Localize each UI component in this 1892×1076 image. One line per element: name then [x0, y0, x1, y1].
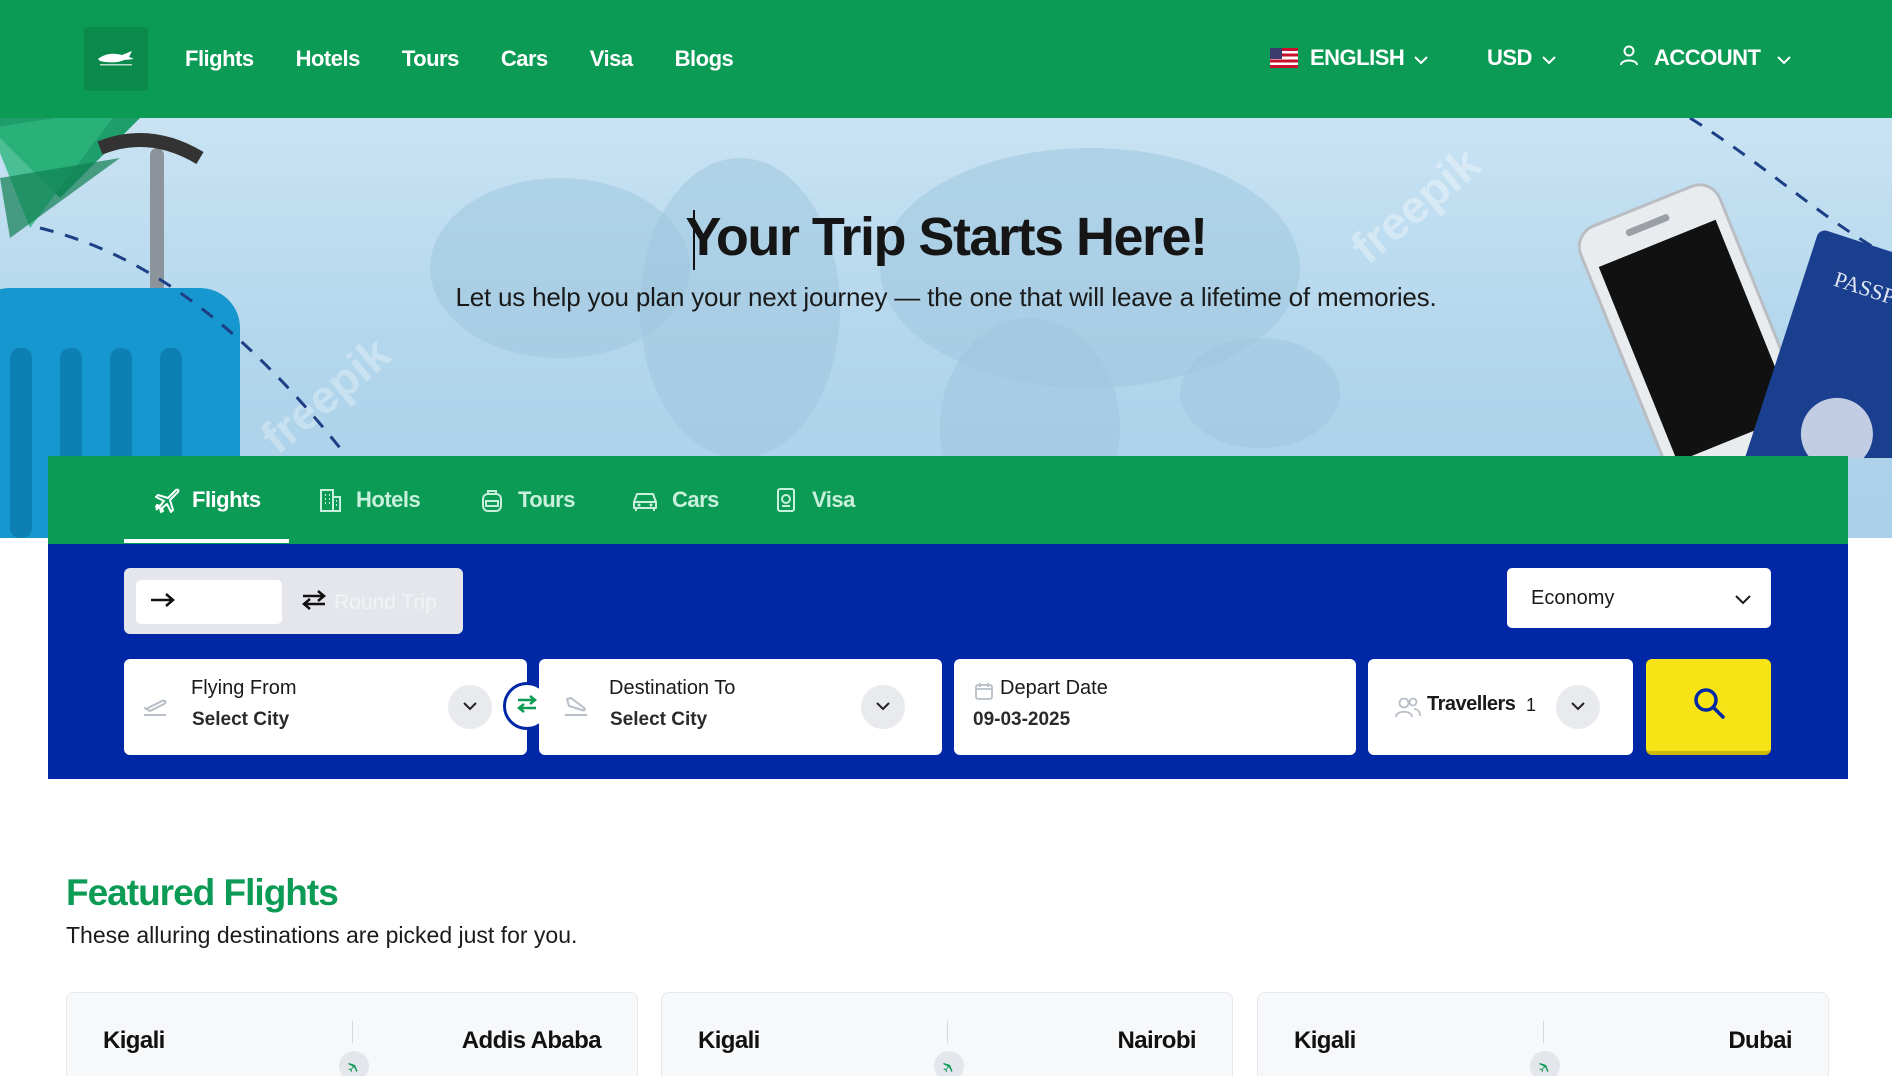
tab-label: Cars: [672, 487, 719, 512]
account-label: ACCOUNT: [1654, 45, 1761, 70]
tab-label: Tours: [518, 487, 575, 512]
calendar-icon: [974, 681, 994, 706]
language-label: ENGLISH: [1310, 45, 1405, 70]
destination-label: Destination To: [609, 677, 736, 699]
currency-label: USD: [1487, 45, 1532, 70]
flag-us-icon: [1270, 48, 1298, 68]
flying-from-field[interactable]: Flying From Select City: [124, 659, 527, 755]
main-nav: Flights Hotels Tours Cars Visa Blogs: [185, 46, 775, 72]
travellers-field[interactable]: Travellers 1: [1368, 659, 1633, 755]
nav-tours[interactable]: Tours: [402, 46, 459, 72]
one-way-option[interactable]: [136, 580, 282, 624]
search-tabs: Flights Hotels Tours Cars Visa: [48, 456, 1848, 544]
flying-from-value: Select City: [192, 709, 290, 730]
flight-card[interactable]: Kigali Dubai: [1257, 992, 1829, 1076]
nav-hotels[interactable]: Hotels: [296, 46, 361, 72]
chevron-down-icon: [1571, 698, 1585, 716]
card-divider: [947, 1021, 948, 1043]
logo[interactable]: [84, 27, 148, 91]
building-icon: [316, 486, 344, 514]
backpack-icon: [478, 486, 506, 514]
travellers-label: Travellers: [1427, 693, 1516, 715]
round-trip-option[interactable]: Round Trip: [300, 588, 437, 618]
tab-label: Hotels: [356, 487, 421, 512]
chevron-down-icon: [463, 698, 477, 716]
card-from-city: Kigali: [698, 1027, 760, 1054]
swap-icon: [515, 693, 539, 720]
destination-field[interactable]: Destination To Select City: [539, 659, 942, 755]
tab-label: Flights: [192, 487, 261, 512]
search-icon: [1692, 686, 1726, 725]
card-to-city: Dubai: [1728, 1027, 1792, 1054]
top-navbar: Flights Hotels Tours Cars Visa Blogs ENG…: [0, 0, 1892, 118]
travellers-count: 1: [1526, 695, 1537, 715]
plane-icon: [1530, 1051, 1560, 1076]
depart-date-label: Depart Date: [1000, 677, 1108, 699]
chevron-down-icon: [1542, 45, 1556, 71]
tab-flights[interactable]: Flights: [152, 456, 261, 544]
hero-title: Your Trip Starts Here!: [685, 207, 1208, 267]
featured-title: Featured Flights: [66, 872, 339, 913]
users-icon: [1394, 695, 1422, 724]
nav-visa[interactable]: Visa: [590, 46, 633, 72]
chevron-down-icon: [1735, 588, 1751, 611]
tab-label: Visa: [812, 487, 855, 512]
depart-date-field[interactable]: Depart Date 09-03-2025: [954, 659, 1356, 755]
round-trip-label: Round Trip: [334, 591, 437, 614]
card-divider: [1543, 1021, 1544, 1043]
chevron-down-icon: [876, 698, 890, 716]
chevron-down-icon: [1776, 45, 1791, 71]
flight-card[interactable]: Kigali Addis Ababa: [66, 992, 638, 1076]
car-icon: [630, 486, 660, 514]
cabin-class-select[interactable]: Economy: [1507, 568, 1771, 628]
featured-subtitle: These alluring destinations are picked j…: [66, 922, 578, 948]
travellers-dropdown[interactable]: [1556, 685, 1600, 729]
plane-icon: [339, 1051, 369, 1076]
landing-icon: [563, 695, 589, 722]
nav-flights[interactable]: Flights: [185, 46, 254, 72]
flight-card[interactable]: Kigali Nairobi: [661, 992, 1233, 1076]
tab-visa[interactable]: Visa: [772, 456, 855, 544]
depart-date-value: 09-03-2025: [973, 709, 1071, 730]
airplane-icon: [152, 486, 180, 514]
nav-blogs[interactable]: Blogs: [675, 46, 734, 72]
destination-value: Select City: [610, 709, 708, 730]
tab-tours[interactable]: Tours: [478, 456, 575, 544]
card-to-city: Nairobi: [1117, 1027, 1197, 1054]
language-selector[interactable]: ENGLISH: [1270, 44, 1429, 72]
card-divider: [352, 1021, 353, 1043]
hero-subtitle: Let us help you plan your next journey —…: [455, 282, 1437, 312]
tab-cars[interactable]: Cars: [630, 456, 719, 544]
arrow-right-icon: [150, 592, 176, 613]
card-from-city: Kigali: [1294, 1027, 1356, 1054]
destination-dropdown[interactable]: [861, 685, 905, 729]
account-menu[interactable]: ACCOUNT: [1618, 44, 1791, 72]
passport-icon: [772, 486, 800, 514]
cabin-class-value: Economy: [1531, 586, 1615, 609]
takeoff-icon: [142, 695, 168, 722]
active-tab-indicator: [124, 539, 289, 543]
tab-hotels[interactable]: Hotels: [316, 456, 421, 544]
user-icon: [1618, 44, 1640, 72]
flying-from-dropdown[interactable]: [448, 685, 492, 729]
flying-from-label: Flying From: [191, 677, 297, 699]
logo-icon: [98, 51, 134, 66]
nav-cars[interactable]: Cars: [501, 46, 548, 72]
card-to-city: Addis Ababa: [461, 1027, 602, 1054]
card-from-city: Kigali: [103, 1027, 165, 1054]
chevron-down-icon: [1414, 45, 1429, 71]
search-button[interactable]: [1646, 659, 1771, 755]
plane-icon: [934, 1051, 964, 1076]
currency-selector[interactable]: USD: [1487, 44, 1556, 72]
swap-horizontal-icon: [300, 588, 328, 618]
